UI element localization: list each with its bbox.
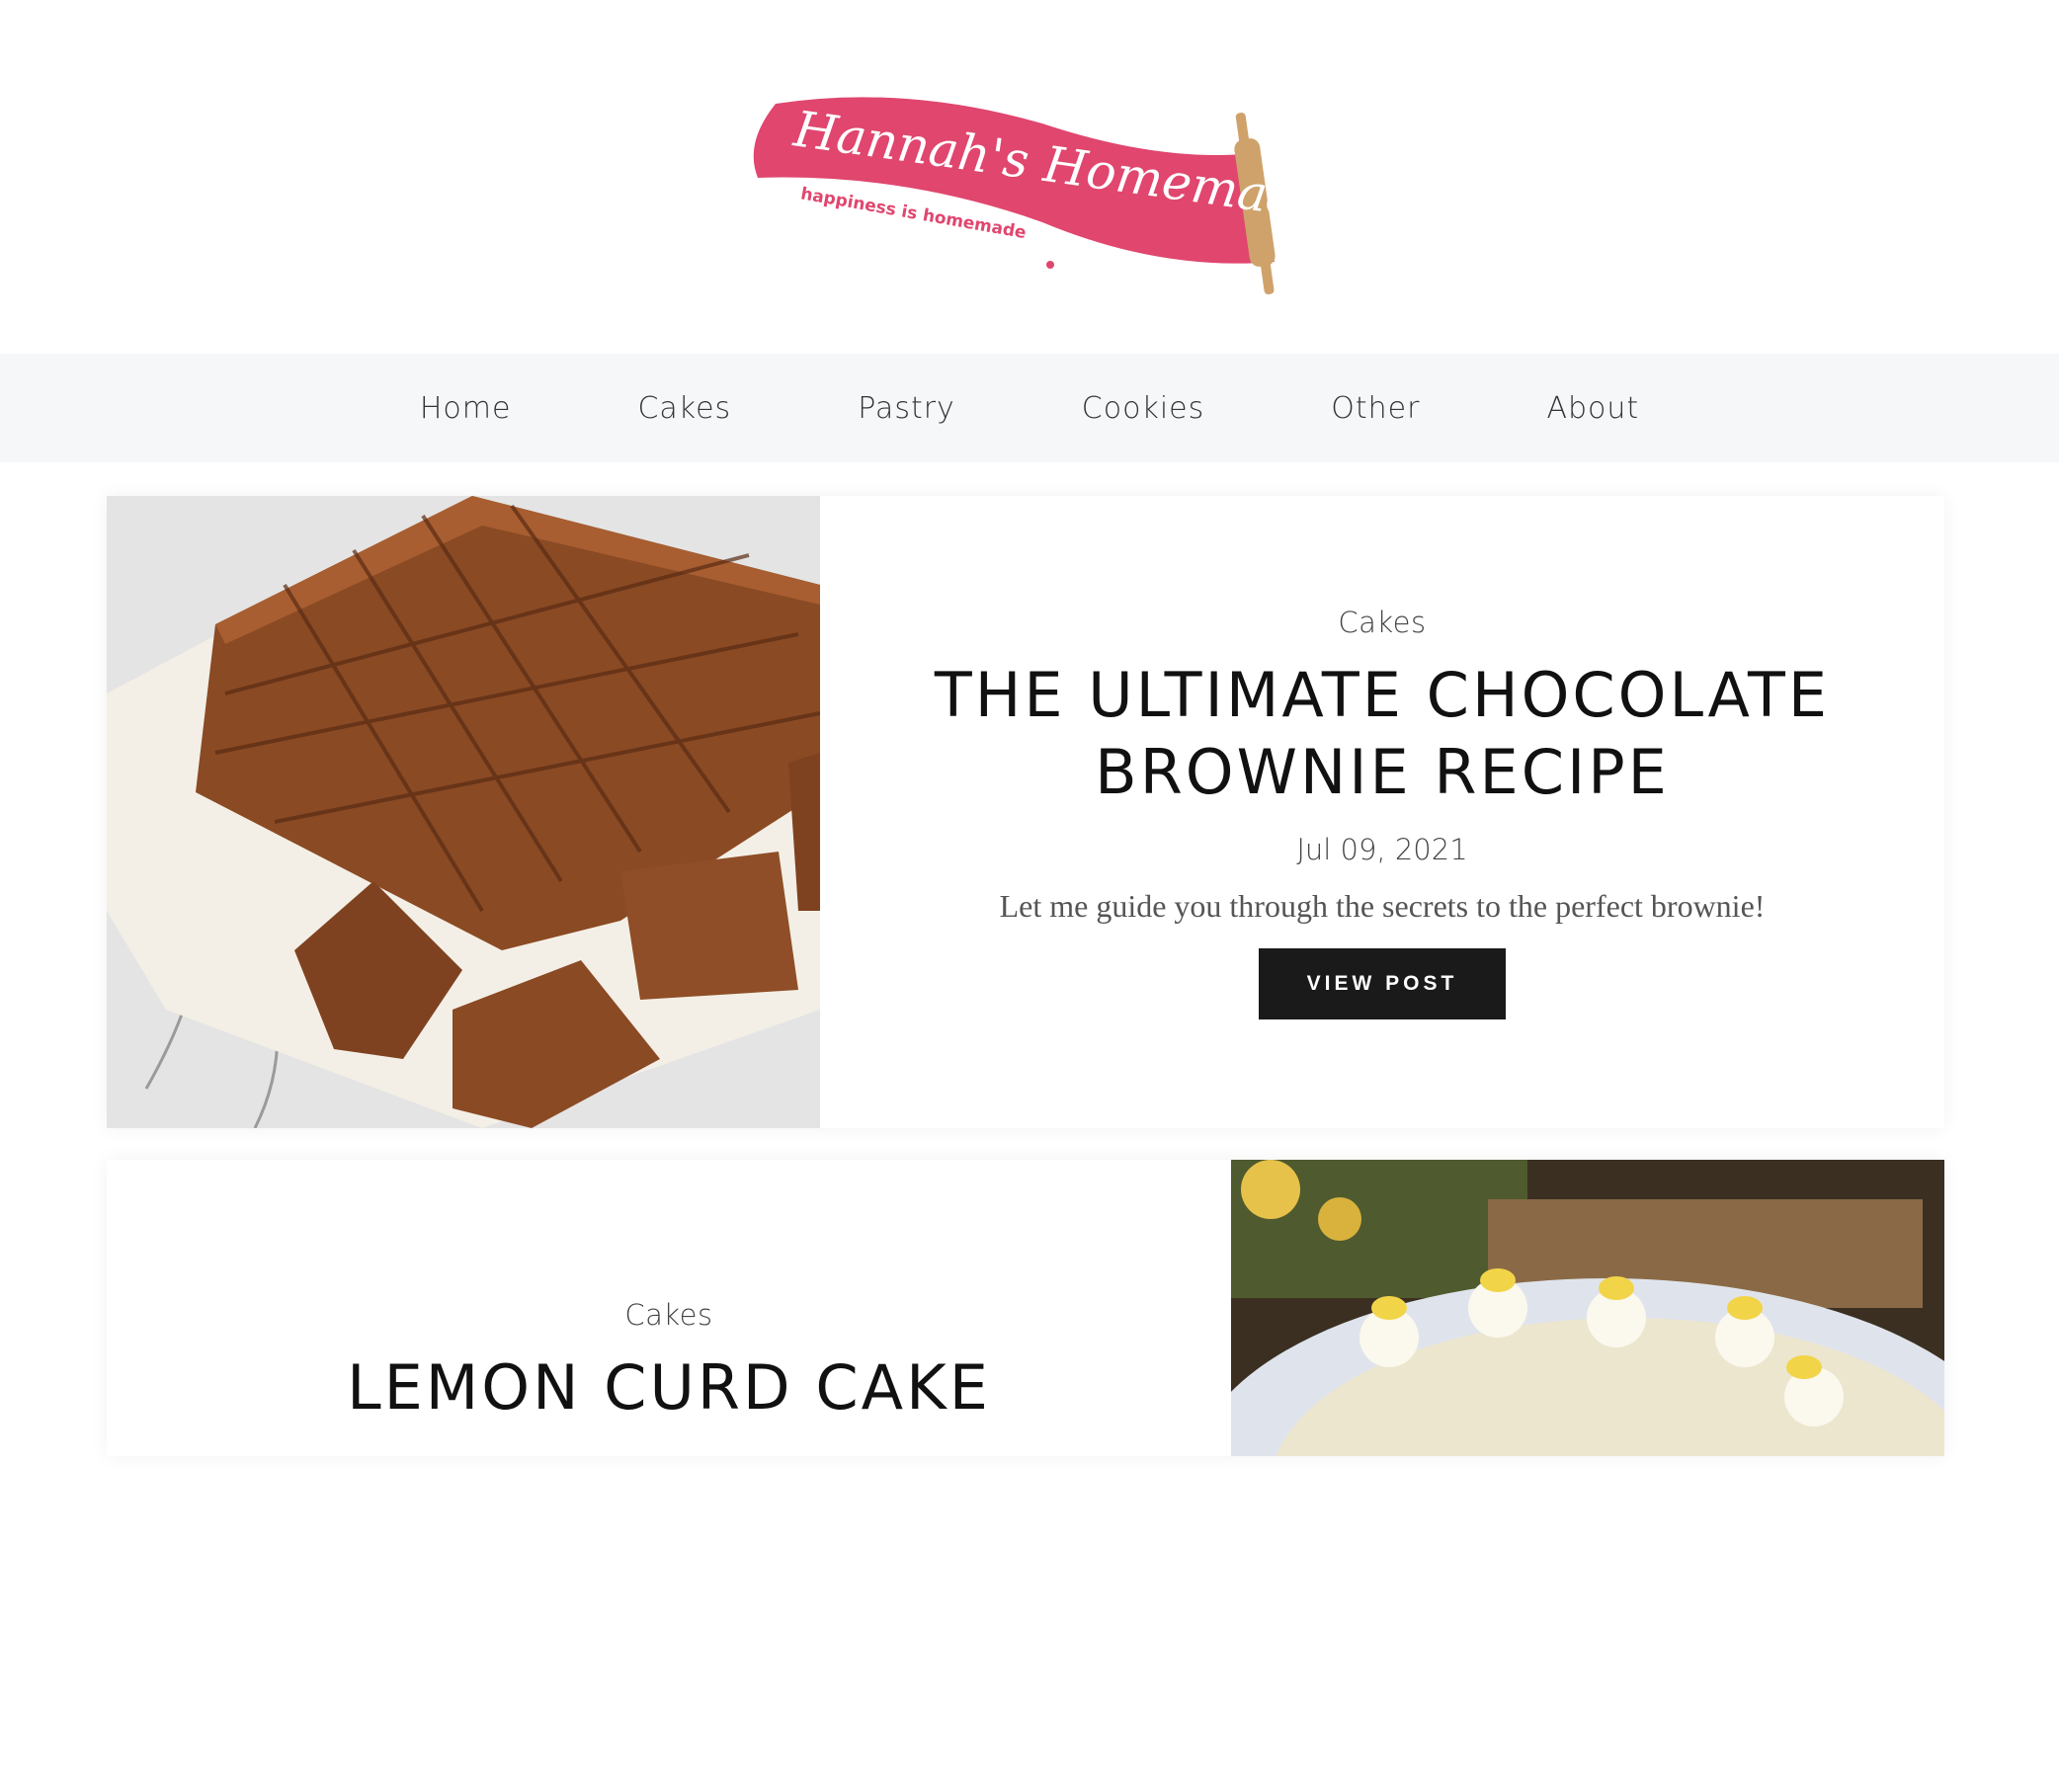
- site-logo[interactable]: Hannah's Homemade happiness is homemade: [746, 84, 1299, 321]
- nav-item-other[interactable]: Other: [1331, 391, 1420, 426]
- post-card: Cakes LEMON CURD CAKE: [107, 1160, 1944, 1456]
- post-excerpt: Let me guide you through the secrets to …: [999, 887, 1766, 924]
- post-content: Cakes LEMON CURD CAKE: [107, 1160, 1231, 1792]
- nav-item-home[interactable]: Home: [420, 391, 512, 426]
- post-date: Jul 09, 2021: [1296, 832, 1468, 866]
- post-title[interactable]: LEMON CURD CAKE: [185, 1349, 1153, 1426]
- post-content: Cakes THE ULTIMATE CHOCOLATE BROWNIE REC…: [820, 496, 1944, 1128]
- view-post-button[interactable]: VIEW POST: [1259, 947, 1506, 1019]
- post-card: Cakes THE ULTIMATE CHOCOLATE BROWNIE REC…: [107, 496, 1944, 1128]
- post-category[interactable]: Cakes: [1338, 606, 1426, 639]
- nav-item-about[interactable]: About: [1546, 391, 1639, 426]
- nav-item-cakes[interactable]: Cakes: [637, 391, 731, 426]
- site-header: Hannah's Homemade happiness is homemade: [0, 0, 2059, 354]
- post-image-brownies[interactable]: [107, 496, 820, 1128]
- post-image-lemon-curd-cake[interactable]: [1231, 1160, 1944, 1792]
- post-category[interactable]: Cakes: [624, 1298, 712, 1332]
- main-nav: Home Cakes Pastry Cookies Other About: [0, 354, 2059, 462]
- post-title[interactable]: THE ULTIMATE CHOCOLATE BROWNIE RECIPE: [898, 657, 1866, 811]
- nav-item-cookies[interactable]: Cookies: [1082, 391, 1204, 426]
- nav-item-pastry[interactable]: Pastry: [858, 391, 955, 426]
